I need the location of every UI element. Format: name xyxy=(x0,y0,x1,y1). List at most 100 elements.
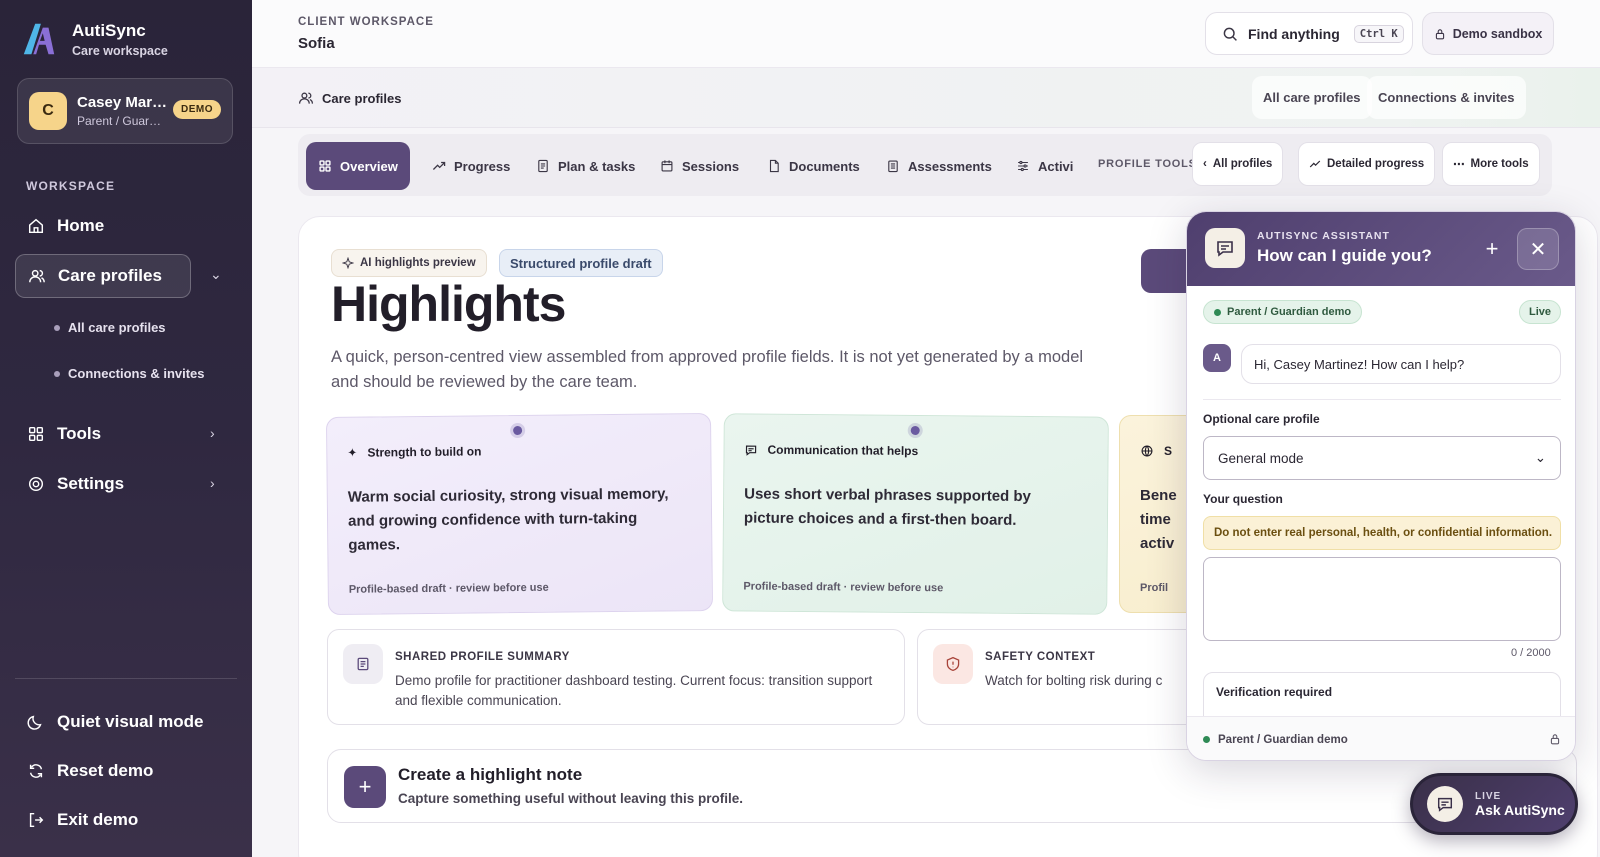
quiet-visual-mode-button[interactable]: Quiet visual mode xyxy=(15,700,203,744)
sidebar-item-home[interactable]: Home xyxy=(15,204,104,248)
lock-icon xyxy=(1550,734,1560,745)
question-label: Your question xyxy=(1203,492,1283,506)
sidebar-divider xyxy=(15,678,237,679)
all-profiles-button[interactable]: ‹ All profiles xyxy=(1192,142,1284,186)
pin-icon xyxy=(910,425,920,436)
demo-sandbox-label: Demo sandbox xyxy=(1452,26,1543,41)
sparkle-icon: ✦ xyxy=(347,445,358,460)
highlight-card-title: Communication that helps xyxy=(767,442,919,459)
role-pill-label: Parent / Guardian demo xyxy=(1227,306,1352,318)
tab-overview[interactable]: Overview xyxy=(306,142,410,190)
tab-label: Progress xyxy=(454,158,511,174)
highlight-card-footer: Profile-based draft · review before use xyxy=(743,580,944,595)
plus-icon: + xyxy=(344,766,386,808)
tab-label: Sessions xyxy=(682,158,740,174)
page-title: Highlights xyxy=(331,276,566,332)
demo-badge: DEMO xyxy=(173,100,221,119)
safety-title: SAFETY CONTEXT xyxy=(985,651,1096,663)
sidebar-item-label: Exit demo xyxy=(57,810,139,829)
question-input[interactable] xyxy=(1203,557,1561,641)
grid-icon xyxy=(28,426,44,442)
tool-label: All profiles xyxy=(1212,158,1273,170)
tab-plan-tasks[interactable]: Plan & tasks xyxy=(524,142,647,190)
live-label: LIVE xyxy=(1475,790,1502,802)
structured-draft-chip: Structured profile draft xyxy=(499,249,663,277)
avatar: C xyxy=(29,92,67,130)
sidebar-section-label: WORKSPACE xyxy=(26,179,116,193)
care-profile-select[interactable]: General mode ⌄ xyxy=(1203,436,1561,480)
client-name: Sofia xyxy=(298,35,335,52)
search-button[interactable]: Find anything Ctrl K xyxy=(1205,12,1413,55)
sidebar-subitem-connections[interactable]: Connections & invites xyxy=(54,366,205,381)
sidebar: AutiSync Care workspace C Casey Martinez… xyxy=(0,0,252,857)
tab-sessions[interactable]: Sessions xyxy=(648,142,751,190)
summary-text: Demo profile for practitioner dashboard … xyxy=(395,673,873,708)
assistant-label: AUTISYNC ASSISTANT xyxy=(1257,230,1390,242)
demo-sandbox-button[interactable]: Demo sandbox xyxy=(1422,12,1554,55)
chat-icon xyxy=(1205,228,1245,268)
highlight-card-body: Bene time activ xyxy=(1140,487,1177,552)
status-dot xyxy=(1203,736,1210,743)
highlight-card-title: Strength to build on xyxy=(367,444,482,460)
tab-label: Documents xyxy=(789,158,860,174)
highlight-card-header: S xyxy=(1140,444,1172,458)
highlight-card-communication: Communication that helps Uses short verb… xyxy=(722,413,1109,615)
highlight-card-strength: ✦ Strength to build on Warm social curio… xyxy=(325,412,714,616)
assistant-footer: Parent / Guardian demo xyxy=(1187,716,1575,760)
calendar-icon xyxy=(661,160,673,172)
divider xyxy=(1203,399,1561,400)
search-icon xyxy=(1223,27,1237,41)
tab-label: Assessments xyxy=(908,158,992,174)
sidebar-item-care-profiles[interactable]: Care profiles xyxy=(15,254,191,298)
more-tools-button[interactable]: ⋯ More tools xyxy=(1442,142,1540,186)
new-chat-button[interactable]: + xyxy=(1477,234,1507,264)
chat-icon xyxy=(1427,786,1463,822)
user-name: Casey Martinez xyxy=(77,94,169,111)
profile-select-label: Optional care profile xyxy=(1203,412,1320,426)
role-pill: Parent / Guardian demo xyxy=(1203,300,1363,324)
connections-invites-link[interactable]: Connections & invites xyxy=(1367,76,1526,119)
reset-demo-button[interactable]: Reset demo xyxy=(15,749,153,793)
tab-label: Plan & tasks xyxy=(558,158,636,174)
sidebar-subitem-all-care-profiles[interactable]: All care profiles xyxy=(54,320,166,335)
tab-progress[interactable]: Progress xyxy=(420,142,522,190)
lock-icon xyxy=(1435,28,1444,39)
users-icon xyxy=(298,92,314,104)
shortcut-hint: Ctrl K xyxy=(1353,24,1404,43)
chevron-down-icon[interactable]: ⌄ xyxy=(210,266,222,283)
sidebar-item-tools[interactable]: Tools xyxy=(15,412,101,456)
all-care-profiles-link[interactable]: All care profiles xyxy=(1252,76,1372,119)
sidebar-item-settings[interactable]: Settings xyxy=(15,462,124,506)
refresh-icon xyxy=(29,764,43,778)
assistant-title: How can I guide you? xyxy=(1257,246,1432,265)
detailed-progress-button[interactable]: Detailed progress xyxy=(1298,142,1436,186)
exit-icon xyxy=(29,812,44,828)
globe-icon xyxy=(1141,445,1153,457)
create-subtitle: Capture something useful without leaving… xyxy=(398,791,744,806)
chat-icon xyxy=(745,445,757,456)
exit-demo-button[interactable]: Exit demo xyxy=(15,798,138,842)
tab-activities[interactable]: Activi xyxy=(1004,142,1085,190)
brand-subtitle: Care workspace xyxy=(72,43,168,58)
chevron-right-icon[interactable]: › xyxy=(210,475,215,491)
more-icon: ⋯ xyxy=(1453,159,1465,171)
brand-name: AutiSync xyxy=(72,20,146,40)
chip-label: AI highlights preview xyxy=(360,257,476,269)
tab-label: Overview xyxy=(340,158,398,174)
close-button[interactable]: ✕ xyxy=(1517,228,1559,270)
users-icon xyxy=(29,269,45,283)
ask-autisync-button[interactable]: LIVE Ask AutiSync xyxy=(1410,773,1578,835)
assistant-message: Hi, Casey Martinez! How can I help? xyxy=(1241,344,1561,384)
breadcrumb-label: Care profiles xyxy=(322,90,402,106)
gear-icon xyxy=(28,476,44,492)
ai-highlights-chip: AI highlights preview xyxy=(331,249,487,277)
sidebar-item-label: Tools xyxy=(57,424,102,443)
select-value: General mode xyxy=(1218,450,1304,466)
tab-assessments[interactable]: Assessments xyxy=(874,142,1004,190)
brand[interactable]: AutiSync Care workspace xyxy=(20,20,168,58)
subbar: Care profiles All care profiles Connecti… xyxy=(252,68,1600,128)
footer-role: Parent / Guardian demo xyxy=(1218,733,1348,746)
tab-documents[interactable]: Documents xyxy=(755,142,872,190)
chevron-right-icon[interactable]: › xyxy=(210,425,215,441)
user-card[interactable]: C Casey Martinez Parent / Guardian demo … xyxy=(17,78,233,144)
